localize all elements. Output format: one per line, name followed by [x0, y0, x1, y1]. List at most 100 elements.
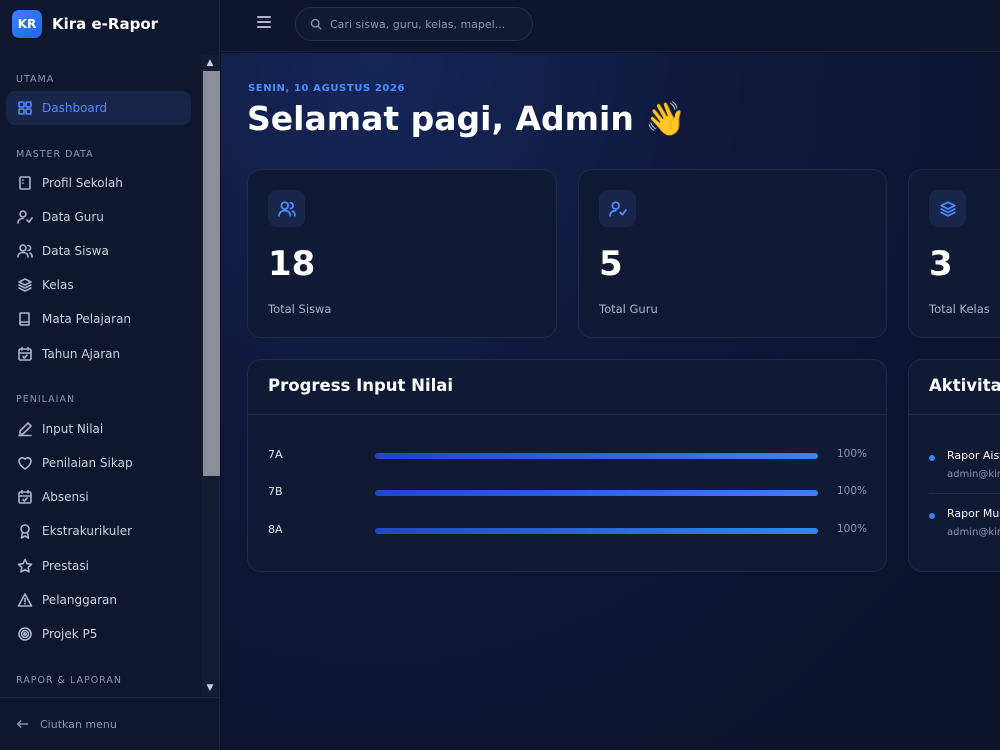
progress-percent: 100% — [837, 485, 868, 497]
sidebar-item-penilaian-sikap[interactable]: Penilaian Sikap — [6, 446, 191, 480]
book-icon — [16, 310, 34, 328]
stat-label: Total Kelas — [929, 302, 990, 316]
page-title: Selamat pagi, Admin 👋 — [247, 99, 687, 138]
search-box[interactable] — [295, 7, 533, 41]
progress-class-label: 7B — [268, 485, 283, 498]
scrollbar-thumb[interactable] — [203, 71, 220, 476]
brand-name: Kira e-Rapor — [52, 15, 159, 33]
scroll-down-icon[interactable]: ▼ — [201, 680, 219, 696]
sidebar: KR Kira e-Rapor UTAMA Dashboard MASTER D… — [0, 0, 220, 750]
sidebar-item-label: Projek P5 — [42, 627, 98, 641]
activity-dot — [929, 455, 935, 461]
stat-card-total-kelas[interactable]: 3 Total Kelas — [908, 169, 1000, 338]
calendar-icon — [16, 345, 34, 363]
star-icon — [16, 557, 34, 575]
layers-icon — [16, 276, 34, 294]
date-label: SENIN, 10 AGUSTUS 2026 — [248, 83, 406, 94]
brand[interactable]: KR Kira e-Rapor — [0, 0, 219, 48]
sidebar-item-label: Pelanggaran — [42, 593, 117, 607]
activity-subtitle: admin@kira — [947, 527, 1000, 538]
section-label-rapor-laporan: RAPOR & LAPORAN — [16, 675, 123, 686]
progress-class-label: 7A — [268, 448, 283, 461]
heart-icon — [16, 454, 34, 472]
section-label-penilaian: PENILAIAN — [16, 394, 76, 405]
grid-icon — [16, 99, 34, 117]
sidebar-item-pelanggaran[interactable]: Pelanggaran — [6, 583, 191, 617]
stat-value: 18 — [268, 244, 316, 284]
search-input[interactable] — [330, 17, 510, 31]
progress-percent: 100% — [837, 448, 868, 460]
sidebar-item-label: Data Guru — [42, 210, 104, 224]
collapse-menu-button[interactable]: Ciutkan menu — [0, 697, 220, 750]
sidebar-item-label: Kelas — [42, 278, 74, 292]
sidebar-item-data-guru[interactable]: Data Guru — [6, 200, 191, 234]
user-check-icon — [16, 208, 34, 226]
sidebar-item-label: Profil Sekolah — [42, 176, 123, 190]
stat-card-total-guru[interactable]: 5 Total Guru — [578, 169, 887, 338]
brand-logo: KR — [12, 10, 42, 38]
progress-bar — [375, 528, 818, 534]
sidebar-item-label: Prestasi — [42, 559, 89, 573]
sidebar-item-label: Tahun Ajaran — [42, 347, 121, 361]
target-icon — [16, 625, 34, 643]
sidebar-nav: UTAMA Dashboard MASTER DATA Profil Sekol… — [0, 55, 200, 696]
activity-title: Rapor Muh — [947, 507, 1000, 520]
progress-row: 7B 100% — [268, 485, 868, 501]
sidebar-item-absensi[interactable]: Absensi — [6, 480, 191, 514]
sidebar-item-data-siswa[interactable]: Data Siswa — [6, 234, 191, 268]
progress-bar — [375, 490, 818, 496]
progress-percent: 100% — [837, 523, 868, 535]
building-icon — [16, 174, 34, 192]
calendar-check-icon — [16, 488, 34, 506]
topbar — [221, 0, 1000, 52]
sidebar-item-profil-sekolah[interactable]: Profil Sekolah — [6, 166, 191, 200]
award-icon — [16, 522, 34, 540]
stat-label: Total Siswa — [268, 302, 332, 316]
sidebar-item-label: Penilaian Sikap — [42, 456, 133, 470]
sidebar-item-kelas[interactable]: Kelas — [6, 268, 191, 302]
user-check-icon — [599, 190, 636, 227]
activity-card: Aktivitas Rapor Aisy admin@kira Rapor Mu… — [908, 359, 1000, 572]
arrow-left-icon — [16, 720, 29, 728]
progress-row: 8A 100% — [268, 523, 868, 539]
sidebar-item-mata-pelajaran[interactable]: Mata Pelajaran — [6, 302, 191, 336]
layers-icon — [929, 190, 966, 227]
progress-bar-fill — [375, 453, 818, 459]
alert-triangle-icon — [16, 591, 34, 609]
users-icon — [16, 242, 34, 260]
sidebar-item-dashboard[interactable]: Dashboard — [6, 91, 191, 125]
sidebar-item-prestasi[interactable]: Prestasi — [6, 549, 191, 583]
sidebar-item-label: Mata Pelajaran — [42, 312, 132, 326]
users-icon — [268, 190, 305, 227]
sidebar-item-label: Dashboard — [42, 101, 108, 115]
progress-bar — [375, 453, 818, 459]
activity-divider — [929, 493, 1000, 494]
section-label-utama: UTAMA — [16, 74, 55, 85]
stat-card-total-siswa[interactable]: 18 Total Siswa — [247, 169, 557, 338]
activity-subtitle: admin@kira — [947, 469, 1000, 480]
scroll-up-icon[interactable]: ▲ — [201, 55, 219, 71]
sidebar-item-label: Ekstrakurikuler — [42, 524, 133, 538]
sidebar-item-projek-p5[interactable]: Projek P5 — [6, 617, 191, 651]
sidebar-item-input-nilai[interactable]: Input Nilai — [6, 412, 191, 446]
progress-input-nilai-card: Progress Input Nilai 7A 100% 7B 100% 8A … — [247, 359, 887, 572]
stat-value: 3 — [929, 244, 953, 284]
hamburger-menu-icon[interactable] — [257, 16, 271, 30]
activity-dot — [929, 513, 935, 519]
pencil-icon — [16, 420, 34, 438]
collapse-menu-label: Ciutkan menu — [40, 717, 117, 731]
search-icon — [310, 18, 322, 30]
stat-label: Total Guru — [599, 302, 658, 316]
stat-value: 5 — [599, 244, 623, 284]
activity-title: Rapor Aisy — [947, 449, 1000, 462]
sidebar-item-ekstrakurikuler[interactable]: Ekstrakurikuler — [6, 514, 191, 548]
sidebar-item-tahun-ajaran[interactable]: Tahun Ajaran — [6, 337, 191, 371]
sidebar-item-label: Input Nilai — [42, 422, 104, 436]
section-label-master-data: MASTER DATA — [16, 149, 94, 160]
card-title: Aktivitas — [929, 376, 1000, 395]
progress-row: 7A 100% — [268, 448, 868, 464]
sidebar-scrollbar[interactable]: ▲ ▼ — [201, 55, 220, 696]
progress-class-label: 8A — [268, 523, 283, 536]
card-divider — [248, 414, 886, 415]
progress-bar-fill — [375, 528, 818, 534]
